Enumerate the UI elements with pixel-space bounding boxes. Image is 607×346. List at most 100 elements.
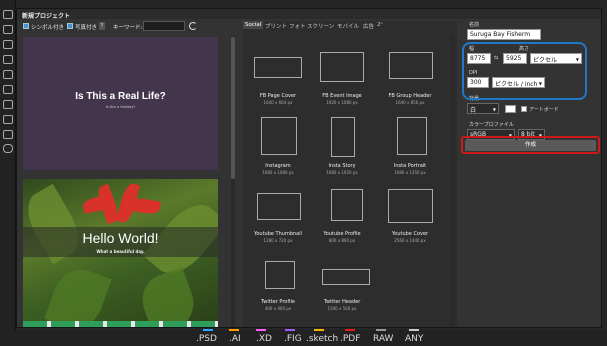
template-size: 1500 x 500 px [327,306,357,311]
monitor-icon[interactable] [3,25,13,34]
template-insta-portrait[interactable] [397,117,427,155]
left-toolbar [0,0,16,346]
dimensions-highlight [462,42,587,100]
template-fb-page-cover[interactable] [254,57,302,78]
format-sketch[interactable]: .sketch [306,334,338,344]
template-size: 1080 x 1350 px [394,170,426,175]
background-value: 白 [470,107,477,114]
leaf-shape [44,262,112,327]
tab-print[interactable]: プリント [265,22,287,30]
template-name: Youtube Profile [323,231,361,237]
format-psd[interactable]: .PSD [196,334,217,344]
symbols-checkbox[interactable] [23,23,29,29]
keyword-input[interactable] [143,21,185,31]
format-bar [0,330,607,346]
shapes-icon[interactable] [3,85,13,94]
folder-icon[interactable] [3,10,13,19]
raw-mark [376,329,386,331]
format-ai[interactable]: .AI [229,334,241,344]
template-size: 400 x 400 px [264,306,292,311]
format-xd[interactable]: .XD [256,334,272,344]
background-color-swatch[interactable] [505,105,516,113]
chevron-down-icon: ▼ [492,107,496,112]
templates-scrollbar[interactable] [451,35,455,325]
tab-photo[interactable]: フォト [289,22,306,30]
format-fig[interactable]: .FIG [284,334,302,344]
refresh-icon[interactable] [189,22,197,30]
stack-alt-icon[interactable] [3,130,13,139]
template-size: 800 x 800 px [328,238,356,243]
template-name: Youtube Thumbnail [253,231,303,237]
thumbnail-subtitle: Is this a fantasy? [105,105,136,109]
format-raw[interactable]: RAW [373,334,393,344]
photos-checkbox[interactable] [67,23,73,29]
template-youtube-profile[interactable] [331,189,363,221]
format-pdf[interactable]: .PDF [340,334,360,344]
filter-bar: シンボル付き 写真付き ? キーワード: [23,21,238,33]
template-panel: Social プリント フォト スクリーン モバイル 広告 2ⁿ FB Page… [243,21,457,327]
template-name: Insta Portrait [393,163,427,169]
template-name: Youtube Cover [391,231,429,237]
color-profile-label: カラープロファイル [469,122,514,128]
keyword-label: キーワード: [113,25,143,31]
pdf-mark [345,329,355,331]
template-fb-event-image[interactable] [320,52,364,82]
template-size: 1640 x 664 px [263,100,293,105]
thumbnail-subtitle: What a beautiful day. [96,249,145,254]
tab-power-of-two[interactable]: 2ⁿ [377,22,383,28]
template-size: 1280 x 720 px [263,238,293,243]
layers-icon[interactable] [3,40,13,49]
template-name: Instagram [265,163,291,169]
artboard-checkbox[interactable] [521,106,527,112]
flower-petal [127,196,161,216]
template-tabs: Social プリント フォト スクリーン モバイル 広告 2ⁿ [243,21,457,32]
symbols-label: シンボル付き [31,25,65,31]
template-youtube-thumbnail[interactable] [257,193,301,220]
scrollbar-thumb[interactable] [231,37,235,179]
info-badge[interactable]: ? [99,22,105,30]
tab-ads[interactable]: 広告 [363,22,374,30]
any-mark [409,329,419,331]
template-size: 2560 x 1440 px [394,238,426,243]
template-name: Twitter Profile [261,299,295,305]
sketch-mark [314,329,324,331]
stack-icon[interactable] [3,55,13,64]
template-insta-story[interactable] [331,117,355,157]
thumbnail-card[interactable] [23,321,218,327]
template-youtube-cover[interactable] [388,189,433,223]
thumbnail-card[interactable]: Hello World! What a beautiful day. [23,179,218,327]
create-button-highlight [461,136,600,154]
artboard-label: アートボード [529,107,559,113]
template-size: 1920 x 1080 px [326,100,358,105]
thumbnail-card[interactable]: Is This a Real Life? Is this a fantasy? [23,37,218,170]
template-name: FB Event Image [322,93,362,99]
background-select[interactable]: 白 ▼ [467,103,499,114]
thumbnails-scrollbar[interactable] [231,37,235,327]
brush-icon[interactable] [3,100,13,109]
format-any[interactable]: ANY [405,334,423,344]
template-fb-group-header[interactable] [389,52,433,79]
template-size: 1640 x 856 px [395,100,425,105]
template-instagram[interactable] [261,117,297,155]
psd-mark [203,329,213,331]
fig-mark [285,329,295,331]
tab-screen[interactable]: スクリーン [307,22,334,30]
template-thumbnails: Is This a Real Life? Is this a fantasy? … [23,37,218,327]
tab-mobile[interactable]: モバイル [337,22,359,30]
template-name: FB Group Header [388,93,432,99]
toggle-icon[interactable] [3,144,13,153]
template-name: Insta Story [328,163,356,169]
name-field[interactable]: Suruga Bay Fisherm [467,29,541,40]
layers-alt-icon[interactable] [3,115,13,124]
template-twitter-header[interactable] [322,269,370,285]
cloud-icon[interactable] [3,70,13,79]
thumbnail-title: Is This a Real Life? [75,91,166,102]
photos-label: 写真付き [75,25,98,31]
tab-social[interactable]: Social [243,21,264,29]
leaf-shape [135,267,201,327]
template-twitter-profile[interactable] [265,261,295,289]
dialog-title: 新規プロジェクト [17,9,601,20]
template-name: Twitter Header [323,299,361,305]
thumbnail-title: Hello World! [82,230,159,246]
xd-mark [256,329,266,331]
